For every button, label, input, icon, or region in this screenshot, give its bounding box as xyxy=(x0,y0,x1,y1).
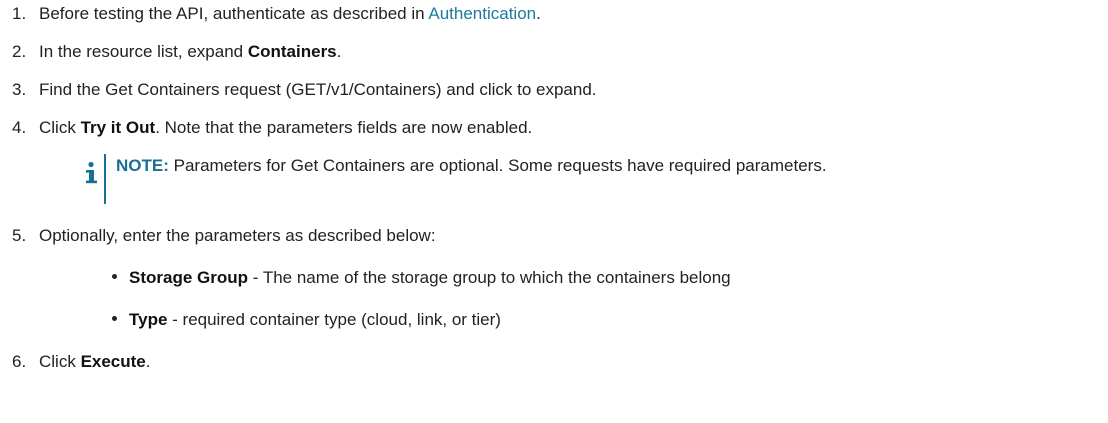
info-icon xyxy=(86,161,97,184)
bullet-dot xyxy=(112,316,117,322)
step-4: 4. Click Try it Out. Note that the parame… xyxy=(12,118,532,138)
step-text: Find the Get Containers request (GET/v1/… xyxy=(39,80,597,99)
step-6: 6. Click Execute. xyxy=(12,352,151,372)
bullet-dot xyxy=(112,274,117,280)
step-number: 4. xyxy=(12,118,27,137)
step-number: 5. xyxy=(12,226,27,245)
containers-label: Containers xyxy=(247,42,337,61)
step-5: 5. Optionally, enter the parameters as de… xyxy=(12,226,436,246)
step-2: 2. In the resource list, expand Container… xyxy=(12,42,341,62)
param-item-storage-group: Storage Group - The name of the storage … xyxy=(112,268,731,288)
param-name: Type xyxy=(129,310,168,329)
note-body: Parameters for Get Containers are option… xyxy=(168,156,827,175)
step-text: . xyxy=(336,42,342,61)
step-text: . Note that the parameters fields are no… xyxy=(155,118,533,137)
note-text: NOTE: Parameters for Get Containers are … xyxy=(116,156,827,176)
param-item-type: Type - required container type (cloud, l… xyxy=(112,310,501,330)
param-desc: - The name of the storage group to which… xyxy=(248,268,731,287)
execute-label: Execute xyxy=(80,352,146,371)
step-number: 3. xyxy=(12,80,27,99)
note-label: NOTE: xyxy=(116,156,169,175)
step-text: . xyxy=(536,4,541,23)
step-text: . xyxy=(145,352,151,371)
step-text: Click xyxy=(39,118,81,137)
step-text: Click xyxy=(39,352,81,371)
param-desc: - required container type (cloud, link, … xyxy=(167,310,501,329)
step-3: 3. Find the Get Containers request (GET/v… xyxy=(12,80,597,100)
step-number: 2. xyxy=(12,42,27,61)
step-text: Optionally, enter the parameters as desc… xyxy=(39,226,436,245)
param-name: Storage Group xyxy=(129,268,249,287)
step-number: 1. xyxy=(12,4,27,23)
step-text: Before testing the API, authenticate as … xyxy=(39,4,429,23)
step-text: In the resource list, expand xyxy=(39,42,248,61)
step-number: 6. xyxy=(12,352,27,371)
authentication-link[interactable]: Authentication xyxy=(428,4,536,23)
step-1: 1. Before testing the API, authenticate a… xyxy=(12,4,541,24)
try-it-out-label: Try it Out xyxy=(80,118,156,137)
note-divider xyxy=(104,154,106,204)
